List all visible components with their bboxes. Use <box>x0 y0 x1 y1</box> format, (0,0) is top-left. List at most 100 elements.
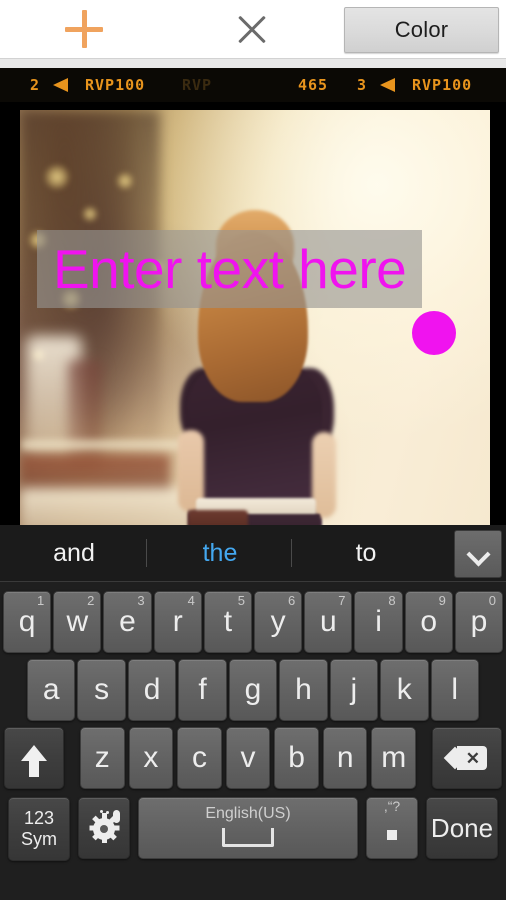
photo-subject-bag <box>188 510 248 525</box>
keyboard-row-3: z x c v b n m ✕ <box>0 727 506 789</box>
suggestion-label: to <box>355 538 377 567</box>
mic-dot <box>100 810 103 813</box>
key-label-e: e <box>119 605 136 638</box>
microphone-icon <box>113 810 120 823</box>
key-a[interactable]: a <box>27 659 76 721</box>
space-language-label: English(US) <box>205 805 291 822</box>
key-j[interactable]: j <box>329 659 379 721</box>
key-shift[interactable] <box>4 727 64 789</box>
key-g[interactable]: g <box>228 659 278 721</box>
key-label-v: v <box>240 741 256 774</box>
key-t[interactable]: 5t <box>203 591 253 653</box>
key-label-m: m <box>381 741 407 774</box>
key-period[interactable]: ,“? <box>366 797 418 859</box>
key-d[interactable]: d <box>127 659 177 721</box>
film-right-name: RVP100 <box>412 76 473 94</box>
key-i[interactable]: 8i <box>354 591 403 653</box>
key-label-i: i <box>375 605 382 638</box>
key-label-w: w <box>66 605 89 638</box>
expand-suggestions-button[interactable] <box>454 530 502 578</box>
key-label-p: p <box>470 605 488 638</box>
key-hint-p: 0 <box>488 593 497 608</box>
key-h[interactable]: h <box>279 659 328 721</box>
key-k[interactable]: k <box>380 659 429 721</box>
key-x[interactable]: x <box>128 727 174 789</box>
key-label-q: q <box>18 605 36 638</box>
key-u[interactable]: 7u <box>304 591 353 653</box>
key-hint-i: 8 <box>388 593 396 608</box>
key-label-f: f <box>198 673 207 706</box>
key-symbols[interactable]: 123 Sym <box>8 797 70 861</box>
key-z[interactable]: z <box>80 727 125 789</box>
photo-background-blob <box>68 360 102 470</box>
color-button[interactable]: Color <box>344 7 499 53</box>
photo-canvas[interactable]: Enter text here <box>0 102 506 570</box>
key-settings[interactable] <box>78 797 130 859</box>
period-glyph <box>387 830 397 840</box>
key-y[interactable]: 6y <box>254 591 303 653</box>
chevron-down-icon <box>468 544 488 564</box>
gear-with-mic-icon <box>89 810 120 843</box>
color-swatch-indicator[interactable] <box>412 311 456 355</box>
film-center-code: 465 <box>298 76 329 94</box>
photo-background-blob <box>20 488 195 525</box>
key-p[interactable]: 0p <box>454 591 504 653</box>
key-m[interactable]: m <box>371 727 417 789</box>
key-space[interactable]: English(US) <box>138 797 358 859</box>
key-hint-e: 3 <box>137 593 145 608</box>
key-b[interactable]: b <box>274 727 319 789</box>
key-label-a: a <box>42 673 60 706</box>
key-c[interactable]: c <box>177 727 222 789</box>
key-period-hint: ,“? <box>383 798 401 814</box>
key-w[interactable]: 2w <box>53 591 102 653</box>
key-l[interactable]: l <box>430 659 479 721</box>
app-root: Color 2 RVP100 RVP 465 3 RVP100 Enter te… <box>0 0 506 900</box>
key-done-label: Done <box>430 812 494 843</box>
key-r[interactable]: 4r <box>153 591 202 653</box>
add-text-button[interactable] <box>38 0 130 58</box>
key-done[interactable]: Done <box>426 797 498 859</box>
plus-icon <box>65 10 103 48</box>
key-hint-y: 6 <box>287 593 296 608</box>
close-button[interactable] <box>206 0 298 58</box>
key-label-j: j <box>350 673 358 706</box>
key-label-c: c <box>191 741 207 774</box>
top-toolbar: Color <box>0 0 506 69</box>
suggestion-label: and <box>53 538 95 567</box>
key-label-t: t <box>223 605 233 638</box>
text-overlay-box[interactable]: Enter text here <box>37 230 422 308</box>
close-icon <box>236 13 268 45</box>
film-left-name: RVP100 <box>85 76 146 94</box>
suggestion-separator <box>146 539 147 567</box>
key-f[interactable]: f <box>178 659 227 721</box>
key-symbols-line1: 123 <box>23 808 55 828</box>
film-left-arrow-icon <box>53 78 68 92</box>
suggestion-1[interactable]: the <box>148 525 292 581</box>
key-label-l: l <box>451 673 459 706</box>
key-label-u: u <box>319 605 337 638</box>
key-backspace[interactable]: ✕ <box>432 727 503 789</box>
key-label-s: s <box>94 673 110 706</box>
film-right-frame-number: 3 <box>357 76 368 94</box>
key-hint-w: 2 <box>87 593 95 608</box>
key-label-d: d <box>143 673 161 706</box>
suggestion-2[interactable]: to <box>292 525 440 581</box>
keyboard-row-4: 123 Sym English(US) ,“? Done <box>0 797 506 861</box>
film-right-arrow-icon <box>380 78 395 92</box>
suggestion-0[interactable]: and <box>0 525 148 581</box>
key-n[interactable]: n <box>322 727 368 789</box>
row-spacer <box>68 727 76 789</box>
film-strip-header: 2 RVP100 RVP 465 3 RVP100 <box>0 68 506 102</box>
key-label-o: o <box>420 605 438 638</box>
key-o[interactable]: 9o <box>404 591 453 653</box>
key-label-g: g <box>244 673 262 706</box>
key-hint-r: 4 <box>187 593 195 608</box>
key-s[interactable]: s <box>77 659 126 721</box>
text-overlay-value[interactable]: Enter text here <box>37 241 407 297</box>
spacebar-icon <box>222 828 274 847</box>
key-q[interactable]: 1q <box>3 591 52 653</box>
key-v[interactable]: v <box>225 727 271 789</box>
key-e[interactable]: 3e <box>103 591 152 653</box>
key-label-z: z <box>94 741 110 774</box>
key-label-x: x <box>143 741 159 774</box>
